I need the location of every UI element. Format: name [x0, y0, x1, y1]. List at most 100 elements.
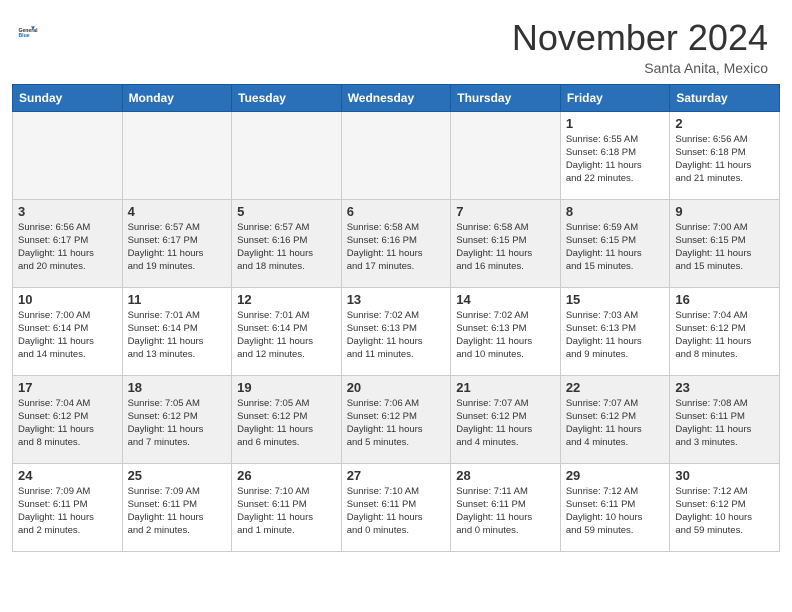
- day-number: 9: [675, 204, 774, 219]
- day-number: 28: [456, 468, 555, 483]
- day-number: 3: [18, 204, 117, 219]
- calendar-container: SundayMondayTuesdayWednesdayThursdayFrid…: [0, 84, 792, 564]
- week-row-1: 1Sunrise: 6:55 AM Sunset: 6:18 PM Daylig…: [13, 111, 780, 199]
- calendar-cell: 2 Sunrise: 6:56 AM Sunset: 6:18 PM Daylig…: [670, 111, 780, 199]
- weekday-header-row: SundayMondayTuesdayWednesdayThursdayFrid…: [13, 84, 780, 111]
- calendar-cell: [451, 111, 561, 199]
- calendar-cell: 30 Sunrise: 7:12 AM Sunset: 6:12 PM Dayli…: [670, 463, 780, 551]
- day-number: 25: [128, 468, 227, 483]
- cell-info: Sunrise: 6:56 AM Sunset: 6:17 PM Dayligh…: [18, 221, 117, 274]
- day-number: 8: [566, 204, 665, 219]
- day-number: 26: [237, 468, 336, 483]
- cell-info: Sunrise: 6:59 AM Sunset: 6:15 PM Dayligh…: [566, 221, 665, 274]
- calendar-cell: 20 Sunrise: 7:06 AM Sunset: 6:12 PM Dayli…: [341, 375, 451, 463]
- day-number: 18: [128, 380, 227, 395]
- cell-info: Sunrise: 7:05 AM Sunset: 6:12 PM Dayligh…: [128, 397, 227, 450]
- cell-info: Sunrise: 6:57 AM Sunset: 6:16 PM Dayligh…: [237, 221, 336, 274]
- day-number: 7: [456, 204, 555, 219]
- cell-info: Sunrise: 7:09 AM Sunset: 6:11 PM Dayligh…: [128, 485, 227, 538]
- day-number: 20: [347, 380, 446, 395]
- calendar-cell: 28 Sunrise: 7:11 AM Sunset: 6:11 PM Dayli…: [451, 463, 561, 551]
- cell-info: Sunrise: 7:10 AM Sunset: 6:11 PM Dayligh…: [347, 485, 446, 538]
- cell-info: Sunrise: 6:58 AM Sunset: 6:15 PM Dayligh…: [456, 221, 555, 274]
- day-number: 15: [566, 292, 665, 307]
- cell-info: Sunrise: 7:04 AM Sunset: 6:12 PM Dayligh…: [18, 397, 117, 450]
- weekday-header-monday: Monday: [122, 84, 232, 111]
- calendar-cell: 19 Sunrise: 7:05 AM Sunset: 6:12 PM Dayli…: [232, 375, 342, 463]
- weekday-header-friday: Friday: [560, 84, 670, 111]
- calendar-cell: 11Sunrise: 7:01 AM Sunset: 6:14 PM Dayli…: [122, 287, 232, 375]
- calendar-cell: 14 Sunrise: 7:02 AM Sunset: 6:13 PM Dayli…: [451, 287, 561, 375]
- day-number: 10: [18, 292, 117, 307]
- day-number: 22: [566, 380, 665, 395]
- day-number: 2: [675, 116, 774, 131]
- cell-info: Sunrise: 7:08 AM Sunset: 6:11 PM Dayligh…: [675, 397, 774, 450]
- calendar-cell: 23Sunrise: 7:08 AM Sunset: 6:11 PM Dayli…: [670, 375, 780, 463]
- cell-info: Sunrise: 7:03 AM Sunset: 6:13 PM Dayligh…: [566, 309, 665, 362]
- calendar-cell: 16Sunrise: 7:04 AM Sunset: 6:12 PM Dayli…: [670, 287, 780, 375]
- location: Santa Anita, Mexico: [512, 60, 768, 76]
- day-number: 19: [237, 380, 336, 395]
- day-number: 29: [566, 468, 665, 483]
- weekday-header-wednesday: Wednesday: [341, 84, 451, 111]
- week-row-2: 3 Sunrise: 6:56 AM Sunset: 6:17 PM Daylig…: [13, 199, 780, 287]
- calendar-cell: 24Sunrise: 7:09 AM Sunset: 6:11 PM Dayli…: [13, 463, 123, 551]
- calendar-cell: 25 Sunrise: 7:09 AM Sunset: 6:11 PM Dayli…: [122, 463, 232, 551]
- calendar-cell: 8 Sunrise: 6:59 AM Sunset: 6:15 PM Daylig…: [560, 199, 670, 287]
- day-number: 1: [566, 116, 665, 131]
- calendar-cell: 7 Sunrise: 6:58 AM Sunset: 6:15 PM Daylig…: [451, 199, 561, 287]
- cell-info: Sunrise: 6:58 AM Sunset: 6:16 PM Dayligh…: [347, 221, 446, 274]
- weekday-header-saturday: Saturday: [670, 84, 780, 111]
- calendar-cell: 6 Sunrise: 6:58 AM Sunset: 6:16 PM Daylig…: [341, 199, 451, 287]
- calendar-cell: 26 Sunrise: 7:10 AM Sunset: 6:11 PM Dayli…: [232, 463, 342, 551]
- week-row-4: 17 Sunrise: 7:04 AM Sunset: 6:12 PM Dayli…: [13, 375, 780, 463]
- calendar-cell: 15 Sunrise: 7:03 AM Sunset: 6:13 PM Dayli…: [560, 287, 670, 375]
- weekday-header-thursday: Thursday: [451, 84, 561, 111]
- calendar-cell: 12Sunrise: 7:01 AM Sunset: 6:14 PM Dayli…: [232, 287, 342, 375]
- calendar-cell: 13 Sunrise: 7:02 AM Sunset: 6:13 PM Dayli…: [341, 287, 451, 375]
- logo-icon: General Blue: [18, 18, 46, 46]
- cell-info: Sunrise: 7:10 AM Sunset: 6:11 PM Dayligh…: [237, 485, 336, 538]
- logo: General Blue: [18, 18, 48, 46]
- day-number: 6: [347, 204, 446, 219]
- cell-info: Sunrise: 7:00 AM Sunset: 6:15 PM Dayligh…: [675, 221, 774, 274]
- day-number: 5: [237, 204, 336, 219]
- week-row-5: 24Sunrise: 7:09 AM Sunset: 6:11 PM Dayli…: [13, 463, 780, 551]
- calendar-cell: 22 Sunrise: 7:07 AM Sunset: 6:12 PM Dayli…: [560, 375, 670, 463]
- calendar-cell: 21 Sunrise: 7:07 AM Sunset: 6:12 PM Dayli…: [451, 375, 561, 463]
- week-row-3: 10 Sunrise: 7:00 AM Sunset: 6:14 PM Dayli…: [13, 287, 780, 375]
- cell-info: Sunrise: 7:02 AM Sunset: 6:13 PM Dayligh…: [456, 309, 555, 362]
- weekday-header-tuesday: Tuesday: [232, 84, 342, 111]
- calendar-cell: 1Sunrise: 6:55 AM Sunset: 6:18 PM Daylig…: [560, 111, 670, 199]
- cell-info: Sunrise: 7:11 AM Sunset: 6:11 PM Dayligh…: [456, 485, 555, 538]
- calendar-cell: 27 Sunrise: 7:10 AM Sunset: 6:11 PM Dayli…: [341, 463, 451, 551]
- day-number: 13: [347, 292, 446, 307]
- calendar-cell: [122, 111, 232, 199]
- day-number: 17: [18, 380, 117, 395]
- calendar-cell: 17 Sunrise: 7:04 AM Sunset: 6:12 PM Dayli…: [13, 375, 123, 463]
- page-header: General Blue November 2024 Santa Anita, …: [0, 0, 792, 84]
- calendar-cell: 5 Sunrise: 6:57 AM Sunset: 6:16 PM Daylig…: [232, 199, 342, 287]
- calendar-cell: [13, 111, 123, 199]
- day-number: 14: [456, 292, 555, 307]
- cell-info: Sunrise: 7:09 AM Sunset: 6:11 PM Dayligh…: [18, 485, 117, 538]
- cell-info: Sunrise: 7:06 AM Sunset: 6:12 PM Dayligh…: [347, 397, 446, 450]
- cell-info: Sunrise: 7:07 AM Sunset: 6:12 PM Dayligh…: [456, 397, 555, 450]
- cell-info: Sunrise: 7:00 AM Sunset: 6:14 PM Dayligh…: [18, 309, 117, 362]
- cell-info: Sunrise: 6:56 AM Sunset: 6:18 PM Dayligh…: [675, 133, 774, 186]
- calendar-cell: 29 Sunrise: 7:12 AM Sunset: 6:11 PM Dayli…: [560, 463, 670, 551]
- cell-info: Sunrise: 7:05 AM Sunset: 6:12 PM Dayligh…: [237, 397, 336, 450]
- day-number: 27: [347, 468, 446, 483]
- calendar-table: SundayMondayTuesdayWednesdayThursdayFrid…: [12, 84, 780, 552]
- cell-info: Sunrise: 7:12 AM Sunset: 6:12 PM Dayligh…: [675, 485, 774, 538]
- month-title: November 2024: [512, 18, 768, 58]
- cell-info: Sunrise: 7:07 AM Sunset: 6:12 PM Dayligh…: [566, 397, 665, 450]
- day-number: 30: [675, 468, 774, 483]
- day-number: 21: [456, 380, 555, 395]
- day-number: 11: [128, 292, 227, 307]
- cell-info: Sunrise: 7:02 AM Sunset: 6:13 PM Dayligh…: [347, 309, 446, 362]
- cell-info: Sunrise: 6:57 AM Sunset: 6:17 PM Dayligh…: [128, 221, 227, 274]
- svg-text:Blue: Blue: [18, 33, 29, 39]
- cell-info: Sunrise: 7:12 AM Sunset: 6:11 PM Dayligh…: [566, 485, 665, 538]
- cell-info: Sunrise: 7:04 AM Sunset: 6:12 PM Dayligh…: [675, 309, 774, 362]
